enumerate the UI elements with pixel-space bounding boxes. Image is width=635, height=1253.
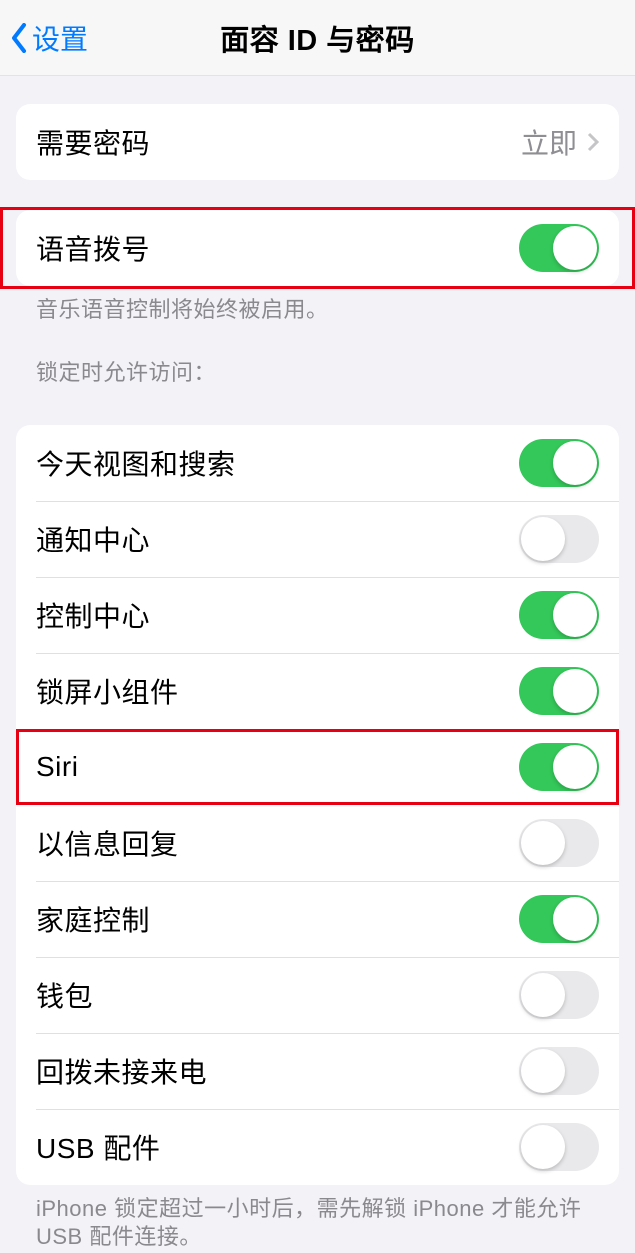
- lock-access-label: 家庭控制: [36, 899, 519, 939]
- page-title: 面容 ID 与密码: [220, 17, 415, 59]
- lock-access-label: 回拨未接来电: [36, 1051, 519, 1091]
- toggle-knob: [553, 669, 597, 713]
- toggle-knob: [521, 1049, 565, 1093]
- lock-access-header: 锁定时允许访问：: [0, 325, 635, 395]
- lock-access-label: 今天视图和搜索: [36, 443, 519, 483]
- toggle-knob: [553, 593, 597, 637]
- lock-access-row: 以信息回复: [16, 805, 619, 881]
- voice-dial-group: 语音拨号: [16, 210, 619, 286]
- lock-access-row: 控制中心: [16, 577, 619, 653]
- lock-access-label: Siri: [36, 751, 519, 783]
- passcode-group: 需要密码 立即: [16, 104, 619, 180]
- lock-access-label: 以信息回复: [36, 823, 519, 863]
- lock-access-label: 锁屏小组件: [36, 671, 519, 711]
- lock-access-row: Siri: [16, 729, 619, 805]
- toggle-knob: [521, 1125, 565, 1169]
- back-button[interactable]: 设置: [10, 18, 88, 58]
- back-label: 设置: [32, 18, 88, 58]
- toggle-knob: [553, 226, 597, 270]
- require-passcode-row[interactable]: 需要密码 立即: [16, 104, 619, 180]
- require-passcode-label: 需要密码: [36, 122, 521, 162]
- lock-access-toggle[interactable]: [519, 515, 599, 563]
- toggle-knob: [553, 897, 597, 941]
- voice-dial-footer: 音乐语音控制将始终被启用。: [0, 286, 635, 325]
- toggle-knob: [521, 517, 565, 561]
- lock-access-toggle[interactable]: [519, 1123, 599, 1171]
- toggle-knob: [553, 441, 597, 485]
- lock-access-label: 控制中心: [36, 595, 519, 635]
- lock-access-toggle[interactable]: [519, 743, 599, 791]
- lock-access-row: 锁屏小组件: [16, 653, 619, 729]
- lock-access-group: 今天视图和搜索通知中心控制中心锁屏小组件 Siri 以信息回复家庭控制钱包回拨未接来…: [16, 425, 619, 1185]
- lock-access-label: 钱包: [36, 975, 519, 1015]
- toggle-knob: [521, 821, 565, 865]
- lock-access-row: 通知中心: [16, 501, 619, 577]
- lock-access-label: 通知中心: [36, 519, 519, 559]
- voice-dial-toggle[interactable]: [519, 224, 599, 272]
- lock-access-row: 家庭控制: [16, 881, 619, 957]
- lock-access-row: 钱包: [16, 957, 619, 1033]
- lock-access-row: 回拨未接来电: [16, 1033, 619, 1109]
- require-passcode-value: 立即: [521, 122, 577, 162]
- lock-access-toggle[interactable]: [519, 1047, 599, 1095]
- navigation-bar: 设置 面容 ID 与密码: [0, 0, 635, 76]
- lock-access-toggle[interactable]: [519, 895, 599, 943]
- lock-access-row: 今天视图和搜索: [16, 425, 619, 501]
- lock-access-row: USB 配件: [16, 1109, 619, 1185]
- toggle-knob: [521, 973, 565, 1017]
- voice-dial-row: 语音拨号: [16, 210, 619, 286]
- usb-footer: iPhone 锁定超过一小时后，需先解锁 iPhone 才能允许 USB 配件连…: [0, 1185, 635, 1252]
- lock-access-label: USB 配件: [36, 1127, 519, 1167]
- chevron-left-icon: [10, 23, 28, 53]
- toggle-knob: [553, 745, 597, 789]
- chevron-right-icon: [587, 132, 599, 152]
- lock-access-toggle[interactable]: [519, 591, 599, 639]
- lock-access-toggle[interactable]: [519, 667, 599, 715]
- lock-access-toggle[interactable]: [519, 439, 599, 487]
- lock-access-toggle[interactable]: [519, 971, 599, 1019]
- voice-dial-label: 语音拨号: [36, 228, 519, 268]
- lock-access-toggle[interactable]: [519, 819, 599, 867]
